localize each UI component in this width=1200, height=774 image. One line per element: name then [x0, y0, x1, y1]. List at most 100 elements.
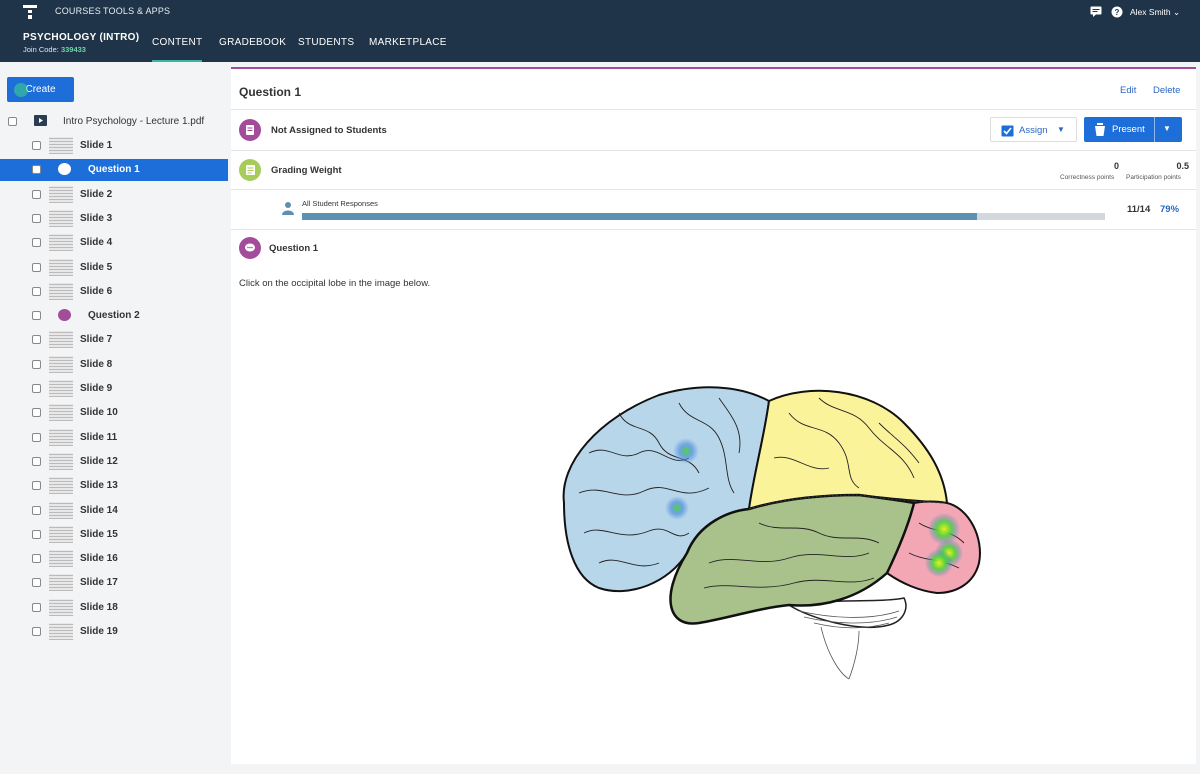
- parietal-lobe[interactable]: [747, 389, 949, 511]
- sidebar-slide-item[interactable]: Slide 18: [0, 597, 228, 619]
- app-logo-icon[interactable]: [22, 4, 38, 20]
- sidebar-slide-item[interactable]: Slide 3: [0, 208, 228, 230]
- sidebar-slide-item[interactable]: Slide 6: [0, 281, 228, 303]
- sidebar-item-label: Slide 6: [80, 285, 113, 297]
- chevron-down-icon: ⌄: [1173, 7, 1181, 17]
- assign-dropdown-icon: ▼: [1057, 125, 1065, 134]
- sidebar-question-item[interactable]: Question 1: [0, 159, 228, 182]
- sidebar-item-label: Slide 17: [80, 577, 118, 589]
- sidebar-slide-item[interactable]: Slide 9: [0, 378, 228, 400]
- response-heat-spot: [673, 438, 699, 464]
- sidebar-slide-item[interactable]: Slide 15: [0, 524, 228, 546]
- sidebar-item-label: Slide 9: [80, 383, 113, 394]
- item-checkbox[interactable]: [32, 602, 41, 612]
- item-checkbox[interactable]: [32, 311, 41, 321]
- present-dropdown-icon[interactable]: ▼: [1163, 124, 1171, 133]
- sidebar-slide-item[interactable]: Slide 5: [0, 257, 228, 279]
- correctness-points-label: Correctness points: [1060, 174, 1115, 181]
- student-icon: [282, 202, 294, 215]
- sidebar-slide-item[interactable]: Slide 10: [0, 402, 228, 424]
- delete-link[interactable]: Delete: [1153, 85, 1180, 96]
- slide-thumbnail: [49, 404, 73, 422]
- present-icon: [1095, 123, 1105, 136]
- sidebar-slide-item[interactable]: Slide 2: [0, 184, 228, 206]
- item-checkbox[interactable]: [32, 262, 41, 272]
- sidebar-slide-item[interactable]: Slide 1: [0, 135, 228, 157]
- sidebar-slide-item[interactable]: Slide 12: [0, 451, 228, 473]
- question-bubble-icon: [58, 309, 71, 322]
- tab-content[interactable]: CONTENT: [152, 37, 203, 62]
- sidebar-item-label: Slide 13: [80, 480, 118, 492]
- assignment-status-icon: [239, 119, 261, 141]
- grading-weight-label: Grading Weight: [271, 165, 342, 176]
- item-checkbox[interactable]: [32, 408, 41, 418]
- sidebar-slide-item[interactable]: Slide 13: [0, 475, 228, 497]
- item-checkbox[interactable]: [32, 189, 41, 199]
- courses-link[interactable]: COURSES: [55, 6, 101, 16]
- item-checkbox[interactable]: [32, 529, 41, 539]
- responses-count: 11/14: [1127, 204, 1151, 215]
- sidebar-slide-item[interactable]: Slide 8: [0, 354, 228, 376]
- item-checkbox[interactable]: [32, 165, 41, 175]
- slide-thumbnail: [49, 550, 73, 568]
- sidebar-slide-item[interactable]: Slide 16: [0, 548, 228, 570]
- item-checkbox[interactable]: [32, 627, 41, 636]
- slide-thumbnail: [49, 428, 73, 446]
- item-checkbox[interactable]: [32, 213, 41, 223]
- question-bubble-icon: [58, 163, 71, 176]
- sidebar-item-label: Slide 15: [80, 528, 118, 540]
- slide-thumbnail: [49, 452, 73, 470]
- tab-students[interactable]: STUDENTS: [298, 37, 354, 48]
- file-name: Intro Psychology - Lecture 1.pdf: [63, 116, 205, 127]
- content-sidebar: Create Intro Psychology - Lecture 1.pdf …: [0, 62, 228, 774]
- slide-thumbnail: [49, 355, 73, 373]
- help-icon[interactable]: ?: [1111, 6, 1123, 18]
- slide-thumbnail: [49, 258, 73, 276]
- file-checkbox[interactable]: [8, 117, 17, 126]
- slide-thumbnail: [49, 525, 73, 543]
- item-checkbox[interactable]: [32, 238, 41, 248]
- slide-thumbnail: [49, 282, 73, 300]
- sidebar-item-label: Slide 5: [80, 261, 113, 273]
- item-checkbox[interactable]: [32, 554, 41, 564]
- file-row[interactable]: Intro Psychology - Lecture 1.pdf: [0, 111, 228, 133]
- sidebar-slide-item[interactable]: Slide 17: [0, 572, 228, 594]
- sidebar-slide-item[interactable]: Slide 11: [0, 427, 228, 449]
- response-heat-spot: [925, 549, 953, 577]
- item-checkbox[interactable]: [32, 578, 41, 588]
- presentation-icon: [34, 115, 47, 126]
- svg-text:?: ?: [1115, 8, 1120, 17]
- item-checkbox[interactable]: [32, 456, 41, 466]
- sidebar-item-label: Slide 16: [80, 553, 118, 565]
- responses-label: All Student Responses: [302, 199, 378, 208]
- sidebar-item-label: Slide 3: [80, 212, 113, 224]
- sidebar-item-label: Question 2: [88, 310, 140, 322]
- response-heat-spot: [665, 496, 689, 520]
- sidebar-slide-item[interactable]: Slide 14: [0, 500, 228, 522]
- tab-marketplace[interactable]: MARKETPLACE: [369, 37, 447, 48]
- sidebar-question-item[interactable]: Question 2: [0, 305, 228, 327]
- tools-apps-link[interactable]: TOOLS & APPS: [103, 6, 170, 16]
- item-checkbox[interactable]: [32, 505, 41, 515]
- messages-icon[interactable]: [1090, 6, 1102, 17]
- present-button[interactable]: Present ▼: [1084, 117, 1182, 142]
- sidebar-slide-item[interactable]: Slide 7: [0, 329, 228, 351]
- item-checkbox[interactable]: [32, 432, 41, 442]
- item-checkbox[interactable]: [32, 359, 41, 369]
- participation-points: 0.5: [1176, 161, 1189, 171]
- sidebar-slide-item[interactable]: Slide 4: [0, 232, 228, 254]
- click-indicator: [14, 83, 28, 97]
- sidebar-item-label: Slide 10: [80, 407, 118, 419]
- item-checkbox[interactable]: [32, 286, 41, 296]
- item-checkbox[interactable]: [32, 384, 41, 393]
- tab-gradebook[interactable]: GRADEBOOK: [219, 37, 286, 48]
- user-menu[interactable]: Alex Smith ⌄: [1130, 7, 1180, 18]
- sidebar-slide-item[interactable]: Slide 19: [0, 621, 228, 643]
- assign-button[interactable]: Assign ▼: [990, 117, 1077, 142]
- item-checkbox[interactable]: [32, 481, 41, 491]
- item-checkbox[interactable]: [32, 335, 41, 345]
- edit-link[interactable]: Edit: [1120, 85, 1136, 96]
- sidebar-item-label: Question 1: [88, 164, 140, 176]
- item-checkbox[interactable]: [32, 141, 41, 150]
- brain-hotspot-image[interactable]: [559, 383, 989, 683]
